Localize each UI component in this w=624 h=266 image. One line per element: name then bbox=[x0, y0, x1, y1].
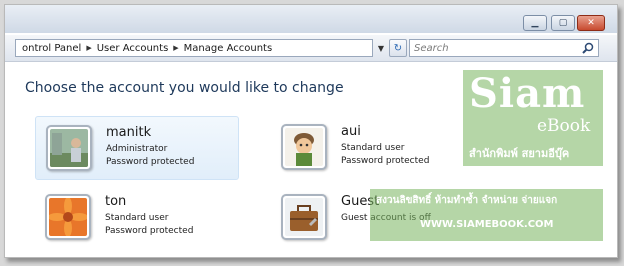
search-input[interactable]: Search bbox=[409, 39, 599, 57]
account-name: aui bbox=[341, 124, 361, 139]
account-name: ton bbox=[105, 194, 127, 209]
account-status: Password protected bbox=[105, 226, 194, 236]
account-status: Password protected bbox=[106, 157, 195, 167]
chevron-down-icon: ▼ bbox=[377, 43, 385, 53]
search-placeholder: Search bbox=[414, 42, 449, 54]
watermark-url: WWW.SIAMEBOOK.COM bbox=[420, 219, 554, 230]
breadcrumb[interactable]: ontrol Panel ▶ User Accounts ▶ Manage Ac… bbox=[15, 39, 373, 57]
account-picture bbox=[281, 194, 327, 240]
cartoon-figure-icon bbox=[285, 128, 323, 166]
chevron-right-icon[interactable]: ▶ bbox=[85, 44, 92, 52]
minimize-icon: ▁ bbox=[531, 17, 539, 28]
minimize-button[interactable]: ▁ bbox=[523, 15, 547, 31]
watermark-sub: eBook bbox=[537, 116, 591, 136]
control-panel-window: ▁ ▢ ✕ ontrol Panel ▶ User Accounts ▶ Man… bbox=[4, 4, 618, 258]
photo-person-icon bbox=[50, 129, 88, 167]
account-picture bbox=[281, 124, 327, 170]
orange-flower-icon bbox=[49, 198, 87, 236]
account-tile-aui[interactable]: aui Standard user Password protected bbox=[271, 116, 471, 178]
account-name: manitk bbox=[106, 125, 152, 140]
chevron-right-icon[interactable]: ▶ bbox=[172, 44, 179, 52]
close-icon: ✕ bbox=[587, 17, 595, 28]
account-tile-manitk[interactable]: manitk Administrator Password protected bbox=[35, 116, 239, 180]
refresh-button[interactable]: ↻ bbox=[389, 39, 407, 57]
page-title: Choose the account you would like to cha… bbox=[25, 80, 344, 96]
account-picture bbox=[45, 194, 91, 240]
maximize-button[interactable]: ▢ bbox=[551, 15, 575, 31]
breadcrumb-control-panel[interactable]: ontrol Panel bbox=[18, 43, 85, 54]
account-type: Standard user bbox=[105, 213, 169, 223]
breadcrumb-manage-accounts[interactable]: Manage Accounts bbox=[180, 43, 277, 54]
account-picture bbox=[46, 125, 92, 171]
breadcrumb-user-accounts[interactable]: User Accounts bbox=[93, 43, 173, 54]
watermark-banner: สงวนลิขสิทธิ์ ห้ามทำซ้ำ จำหน่าย จ่ายแจก … bbox=[370, 189, 603, 241]
address-bar: ontrol Panel ▶ User Accounts ▶ Manage Ac… bbox=[5, 35, 617, 62]
account-type: Standard user bbox=[341, 143, 405, 153]
account-tile-ton[interactable]: ton Standard user Password protected bbox=[35, 186, 235, 248]
maximize-icon: ▢ bbox=[558, 17, 568, 28]
title-bar: ▁ ▢ ✕ bbox=[5, 5, 617, 33]
refresh-icon: ↻ bbox=[393, 42, 403, 54]
close-button[interactable]: ✕ bbox=[577, 15, 605, 31]
account-status: Password protected bbox=[341, 156, 430, 166]
account-type: Administrator bbox=[106, 144, 168, 154]
watermark-logo: Siam eBook สำนักพิมพ์ สยามอีบุ๊ค bbox=[463, 70, 603, 166]
watermark-notice: สงวนลิขสิทธิ์ ห้ามทำซ้ำ จำหน่าย จ่ายแจก bbox=[376, 195, 558, 206]
watermark-brand: Siam bbox=[469, 70, 586, 117]
watermark-thai-name: สำนักพิมพ์ สยามอีบุ๊ค bbox=[469, 147, 570, 160]
search-icon[interactable] bbox=[582, 42, 594, 54]
briefcase-icon bbox=[285, 198, 323, 236]
address-history-dropdown[interactable]: ▼ bbox=[375, 39, 387, 57]
